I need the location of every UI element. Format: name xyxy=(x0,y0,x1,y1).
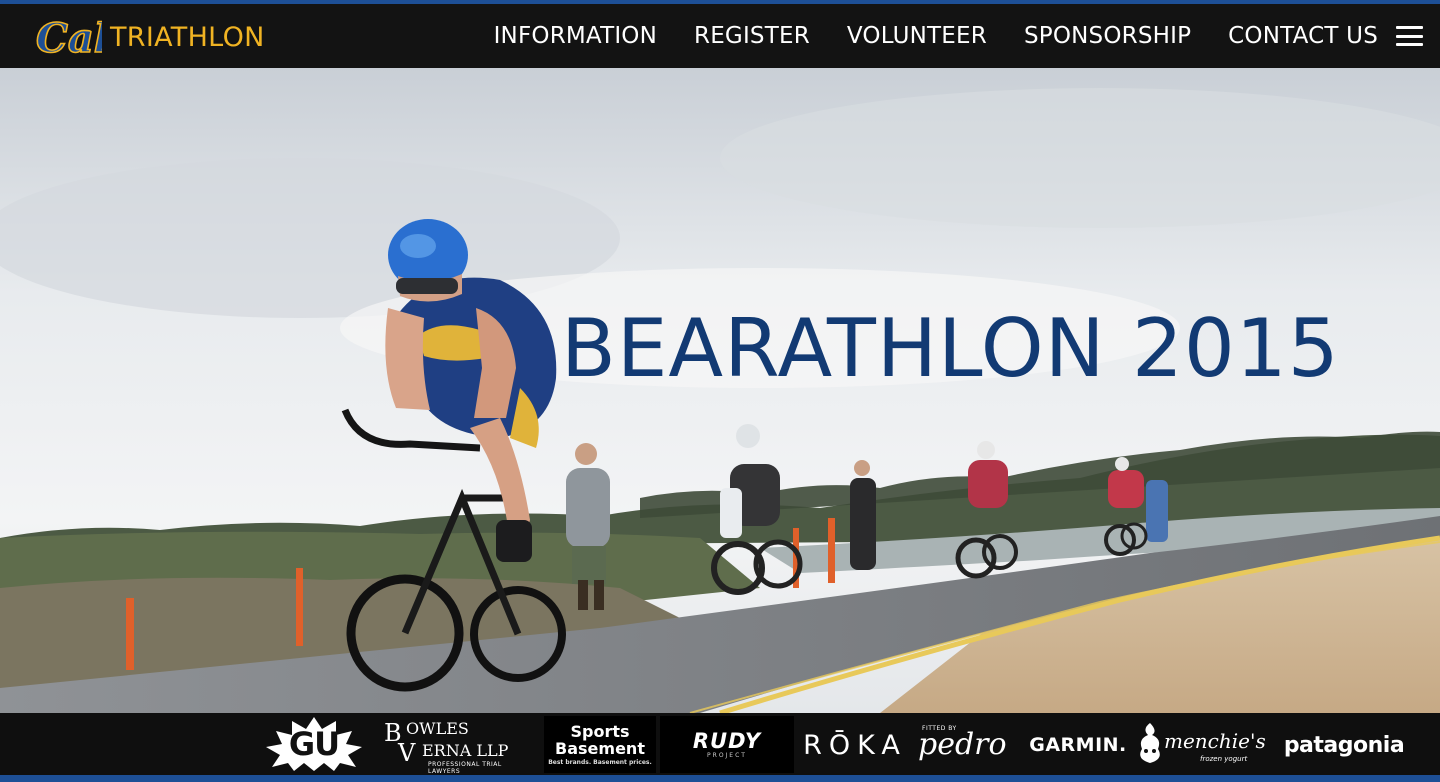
sponsor-bowles-verna-logo[interactable]: B OWLES V ERNA LLP PROFESSIONAL TRIAL LA… xyxy=(384,719,524,775)
cal-script-logo: Cal xyxy=(35,14,102,63)
top-navbar: Cal TRIATHLON INFORMATION REGISTER VOLUN… xyxy=(0,4,1440,68)
sponsor-patagonia-logo[interactable]: patagonia xyxy=(1274,723,1414,767)
sponsor-bar: GU B OWLES V ERNA LLP PROFESSIONAL TRIAL… xyxy=(0,713,1440,775)
menchie-mascot-icon xyxy=(1140,723,1160,763)
nav-sponsorship[interactable]: SPONSORSHIP xyxy=(1024,23,1191,49)
sponsor-roka-logo[interactable]: RŌKA xyxy=(800,723,910,767)
svg-text:Cal: Cal xyxy=(36,15,102,62)
sponsor-rudy-project-logo[interactable]: RUDY PROJECT xyxy=(660,716,794,773)
sponsor-pedro-logo[interactable]: FITTED BY pedro xyxy=(916,721,1022,771)
nav-information[interactable]: INFORMATION xyxy=(494,23,657,49)
brand-title: TRIATHLON xyxy=(110,21,265,53)
nav-contact-us[interactable]: CONTACT US xyxy=(1228,23,1378,49)
hero-banner: BEARATHLON 2015 xyxy=(0,68,1440,713)
sponsor-gu-logo[interactable]: GU xyxy=(264,717,364,771)
sponsor-menchies-logo[interactable]: menchie's frozen yogurt xyxy=(1134,717,1270,771)
nav-volunteer[interactable]: VOLUNTEER xyxy=(847,23,987,49)
brand-home-link[interactable]: Cal TRIATHLON xyxy=(34,10,265,64)
hamburger-menu-icon[interactable] xyxy=(1396,26,1423,46)
hero-title: BEARATHLON 2015 xyxy=(561,302,1340,395)
sponsor-sports-basement-logo[interactable]: Sports Basement Best brands. Basement pr… xyxy=(544,716,656,773)
main-nav: INFORMATION REGISTER VOLUNTEER SPONSORSH… xyxy=(457,4,1378,68)
sponsor-garmin-logo[interactable]: GARMIN. xyxy=(1024,723,1132,767)
bottom-accent-line xyxy=(0,775,1440,782)
nav-register[interactable]: REGISTER xyxy=(694,23,810,49)
